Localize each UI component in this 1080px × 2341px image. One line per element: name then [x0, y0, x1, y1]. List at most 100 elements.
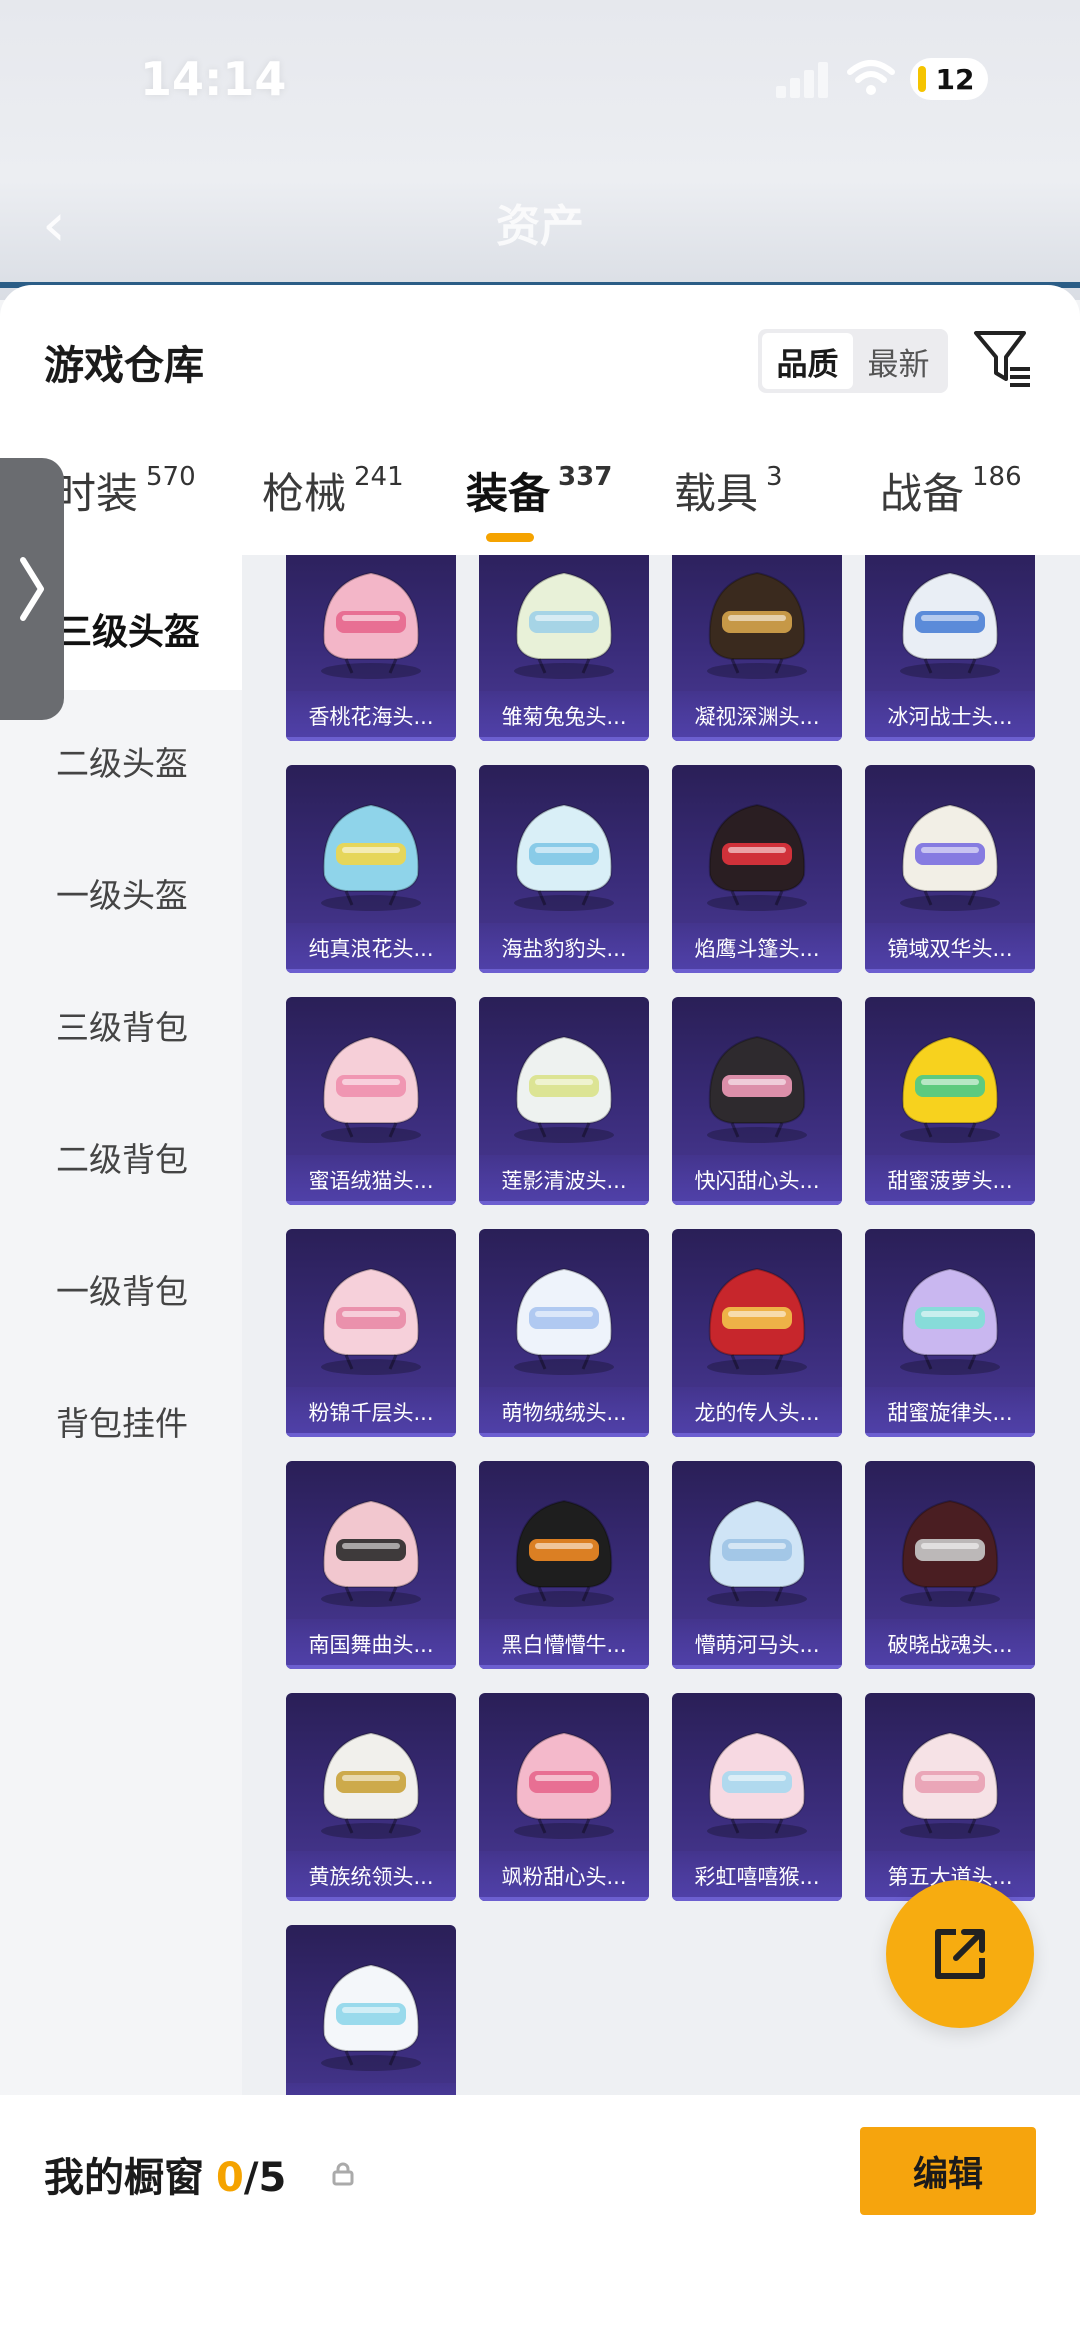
item-name: 海盐豹豹头... — [479, 923, 649, 973]
item-card[interactable]: 黑白懵懵牛... — [479, 1461, 649, 1669]
helmet-icon — [514, 1267, 614, 1375]
item-name: 凝视深渊头... — [672, 691, 842, 741]
helmet-icon — [321, 571, 421, 679]
battery-level: 12 — [935, 62, 975, 96]
showcase-bar: 我的橱窗 0/5 编辑 — [0, 2095, 1080, 2341]
sidebar-item-backpack-charm[interactable]: 背包挂件 — [56, 1397, 188, 1445]
item-name: 蜜语绒猫头... — [286, 1155, 456, 1205]
tab-guns[interactable]: 枪械 241 — [262, 460, 404, 521]
drawer-handle[interactable] — [0, 458, 64, 720]
item-name: 懵萌河马头... — [672, 1619, 842, 1669]
item-name: 黄族统领头... — [286, 1851, 456, 1901]
item-card[interactable]: 飒粉甜心头... — [479, 1693, 649, 1901]
item-card[interactable]: 萌物绒绒头... — [479, 1229, 649, 1437]
share-button[interactable] — [886, 1880, 1034, 2028]
item-name: 黑白懵懵牛... — [479, 1619, 649, 1669]
item-card[interactable]: 镜域双华头... — [865, 765, 1035, 973]
helmet-icon — [707, 1731, 807, 1839]
showcase-count: 0/5 — [216, 2155, 287, 2201]
helmet-icon — [707, 1499, 807, 1607]
item-card[interactable]: 纯真浪花头... — [286, 765, 456, 973]
item-card[interactable]: 莲影清波头... — [479, 997, 649, 1205]
item-name: 萌物绒绒头... — [479, 1387, 649, 1437]
sidebar-item-helmet-2[interactable]: 二级头盔 — [56, 737, 188, 785]
item-card[interactable]: 第五大道头... — [865, 1693, 1035, 1901]
item-name: 南国舞曲头... — [286, 1619, 456, 1669]
item-card[interactable]: 蜜语绒猫头... — [286, 997, 456, 1205]
helmet-icon — [321, 1731, 421, 1839]
item-card[interactable]: 冰河战士头... — [865, 555, 1035, 741]
sidebar-item-helmet-3[interactable]: 三级头盔 — [56, 603, 200, 655]
item-name: 焰鹰斗篷头... — [672, 923, 842, 973]
chevron-right-icon — [20, 557, 44, 621]
filter-icon[interactable] — [972, 327, 1034, 389]
item-name: 莲影清波头... — [479, 1155, 649, 1205]
helmet-icon — [900, 1035, 1000, 1143]
item-card[interactable]: 快闪甜心头... — [672, 997, 842, 1205]
tab-supplies[interactable]: 战备 186 — [880, 460, 1022, 521]
helmet-icon — [321, 803, 421, 911]
item-card[interactable]: 海盐豹豹头... — [479, 765, 649, 973]
helmet-icon — [707, 571, 807, 679]
sidebar-item-backpack-2[interactable]: 二级背包 — [56, 1133, 188, 1181]
tab-equipment[interactable]: 装备 337 — [466, 460, 612, 521]
showcase-title: 我的橱窗 0/5 — [44, 2155, 287, 2201]
helmet-icon — [321, 1963, 421, 2071]
item-name: 甜蜜旋律头... — [865, 1387, 1035, 1437]
sort-newest[interactable]: 最新 — [853, 333, 944, 389]
sidebar-item-backpack-1[interactable]: 一级背包 — [56, 1265, 188, 1313]
helmet-icon — [707, 803, 807, 911]
helmet-icon — [321, 1267, 421, 1375]
sidebar-item-backpack-3[interactable]: 三级背包 — [56, 1001, 188, 1049]
active-tab-indicator — [486, 533, 534, 542]
item-card[interactable]: 彩虹嘻嘻猴... — [672, 1693, 842, 1901]
item-name: 甜蜜菠萝头... — [865, 1155, 1035, 1205]
sort-toggle: 品质 最新 — [758, 329, 948, 393]
item-card[interactable]: 焰鹰斗篷头... — [672, 765, 842, 973]
sidebar-item-helmet-1[interactable]: 一级头盔 — [56, 869, 188, 917]
tab-vehicles[interactable]: 载具 3 — [674, 460, 783, 521]
helmet-icon — [900, 1731, 1000, 1839]
item-name: 雏菊兔兔头... — [479, 691, 649, 741]
item-card[interactable]: 凝视深渊头... — [672, 555, 842, 741]
item-name: 龙的传人头... — [672, 1387, 842, 1437]
item-name: 破晓战魂头... — [865, 1619, 1035, 1669]
helmet-icon — [514, 803, 614, 911]
subcategory-sidebar: 三级头盔 二级头盔 一级头盔 三级背包 二级背包 一级背包 背包挂件 — [0, 555, 242, 2095]
item-name: 纯真浪花头... — [286, 923, 456, 973]
item-card[interactable]: 粉锦千层头... — [286, 1229, 456, 1437]
share-icon — [935, 1929, 985, 1979]
signal-icon — [776, 62, 830, 98]
wifi-icon — [847, 60, 895, 95]
item-card[interactable]: 南国舞曲头... — [286, 1461, 456, 1669]
helmet-icon — [707, 1267, 807, 1375]
battery-icon: 12 — [910, 58, 988, 100]
item-card[interactable]: 破晓战魂头... — [865, 1461, 1035, 1669]
helmet-icon — [514, 571, 614, 679]
item-card[interactable]: 甜蜜旋律头... — [865, 1229, 1035, 1437]
item-card[interactable]: 雏菊兔兔头... — [479, 555, 649, 741]
background-title: 资产 — [496, 201, 584, 252]
helmet-icon — [514, 1499, 614, 1607]
item-card[interactable]: 龙的传人头... — [672, 1229, 842, 1437]
item-card[interactable]: 黄族统领头... — [286, 1693, 456, 1901]
sheet-title: 游戏仓库 — [44, 343, 204, 389]
tab-fashion[interactable]: 时装 570 — [54, 460, 196, 521]
category-tabs: 时装 570 枪械 241 装备 337 载具 3 战备 186 — [0, 460, 1080, 555]
item-name: 飒粉甜心头... — [479, 1851, 649, 1901]
item-card[interactable]: 懵萌河马头... — [672, 1461, 842, 1669]
item-card[interactable]: 香桃花海头... — [286, 555, 456, 741]
helmet-icon — [900, 803, 1000, 911]
item-card[interactable]: 仲夏莫吉托... — [286, 1925, 456, 2095]
helmet-icon — [321, 1499, 421, 1607]
item-name: 快闪甜心头... — [672, 1155, 842, 1205]
item-name: 镜域双华头... — [865, 923, 1035, 973]
item-name: 粉锦千层头... — [286, 1387, 456, 1437]
item-card[interactable]: 甜蜜菠萝头... — [865, 997, 1035, 1205]
item-name: 彩虹嘻嘻猴... — [672, 1851, 842, 1901]
item-name: 冰河战士头... — [865, 691, 1035, 741]
helmet-icon — [514, 1731, 614, 1839]
sort-quality[interactable]: 品质 — [762, 333, 853, 389]
edit-button[interactable]: 编辑 — [860, 2127, 1036, 2215]
status-time: 14:14 — [140, 52, 287, 106]
